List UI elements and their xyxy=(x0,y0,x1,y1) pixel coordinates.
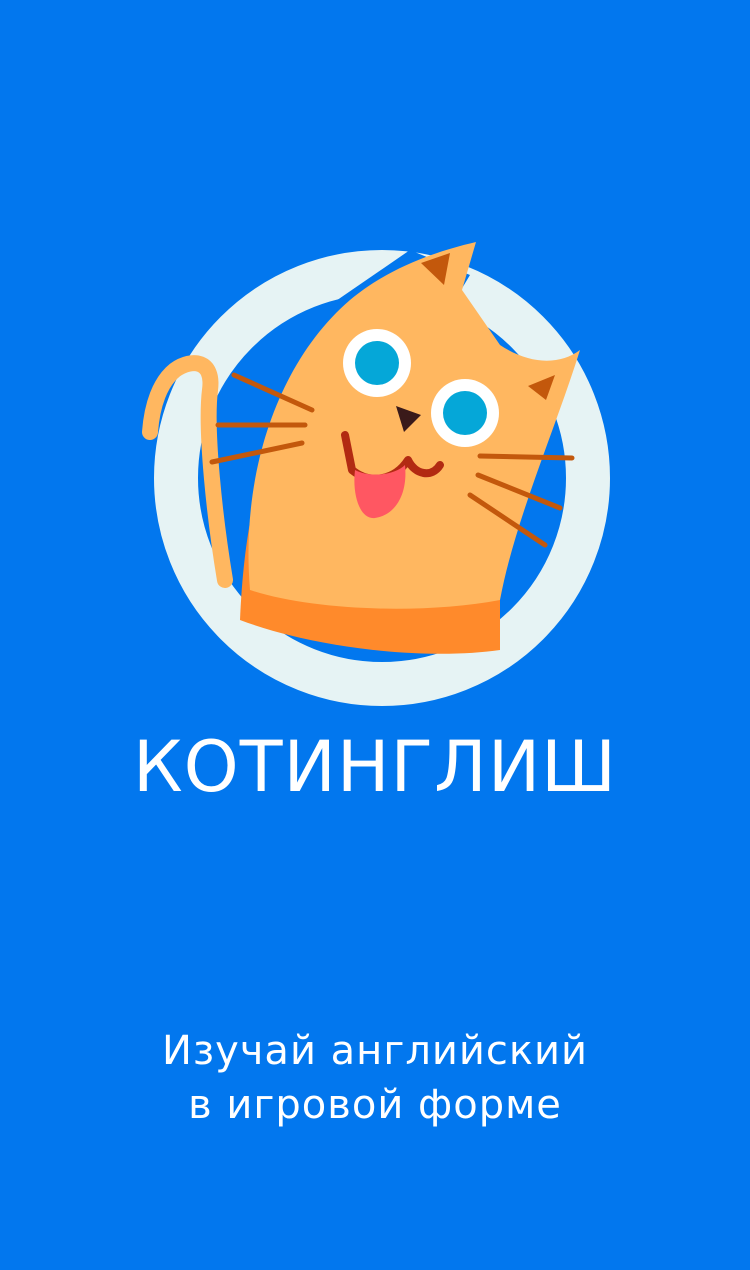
tagline: Изучай английский в игровой форме xyxy=(0,1024,750,1132)
cat-logo-icon xyxy=(142,242,610,706)
tagline-line-2: в игровой форме xyxy=(188,1082,562,1128)
tagline-line-1: Изучай английский xyxy=(161,1028,589,1074)
app-title: КОТИНГЛИШ xyxy=(132,726,618,808)
splash-screen: КОТИНГЛИШ Изучай английский в игровой фо… xyxy=(0,0,750,1270)
